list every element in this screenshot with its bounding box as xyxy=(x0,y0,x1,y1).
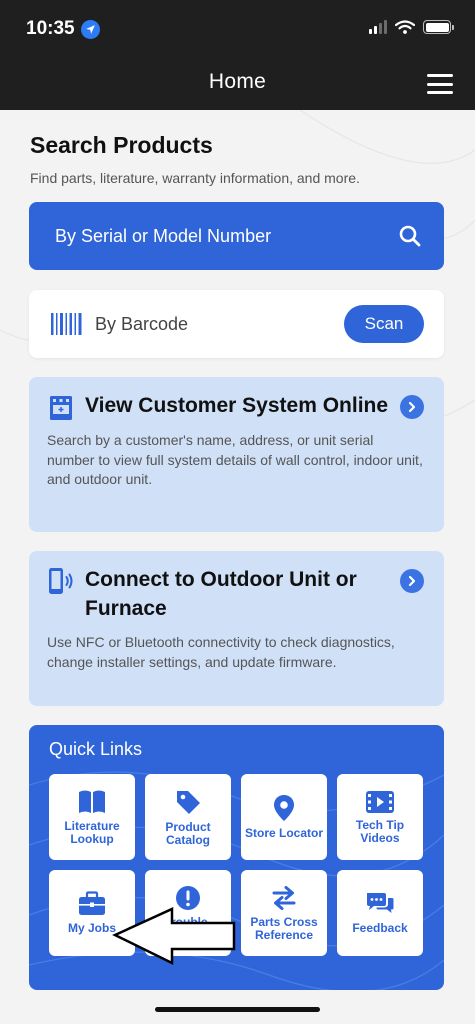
search-products-title: Search Products xyxy=(30,132,213,158)
quick-link-store-locator[interactable]: Store Locator xyxy=(241,774,327,860)
barcode-search-card[interactable]: By Barcode Scan xyxy=(29,290,444,358)
view-customer-system-title: View Customer System Online xyxy=(85,394,389,417)
quick-link-tech-tip-videos[interactable]: Tech Tip Videos xyxy=(337,774,423,860)
location-arrow-icon xyxy=(80,19,100,39)
quick-link-label: Tech Tip Videos xyxy=(355,817,405,845)
quick-link-label: Store Locator xyxy=(245,826,324,840)
location-pin-icon xyxy=(274,795,294,821)
wifi-icon xyxy=(395,20,415,34)
view-customer-system-description: Search by a customer's name, address, or… xyxy=(47,432,423,487)
tag-icon xyxy=(177,790,200,814)
chevron-right-icon[interactable] xyxy=(400,569,424,593)
top-bar: 10:35 Home xyxy=(0,0,475,110)
quick-link-label: Literature Lookup xyxy=(64,818,120,846)
barcode-label: By Barcode xyxy=(95,313,189,334)
briefcase-icon xyxy=(79,891,105,915)
clock-text: 10:35 xyxy=(26,18,75,39)
pointer-arrow-annotation xyxy=(112,907,236,966)
page-title: Home xyxy=(208,70,267,93)
chevron-right-icon[interactable] xyxy=(400,395,424,419)
serial-model-search-button[interactable]: By Serial or Model Number xyxy=(29,202,444,270)
search-icon xyxy=(399,225,421,247)
battery-icon xyxy=(423,20,454,34)
quick-link-literature-lookup[interactable]: Literature Lookup xyxy=(49,774,135,860)
quick-link-label: Product Catalog xyxy=(165,819,211,847)
book-icon xyxy=(79,790,105,813)
quick-link-label: Parts Cross Reference xyxy=(250,914,318,942)
view-customer-system-card[interactable]: View Customer System Online Search by a … xyxy=(29,377,444,532)
scan-button[interactable]: Scan xyxy=(344,305,424,343)
quick-link-label: Feedback xyxy=(352,921,408,935)
video-icon xyxy=(366,790,394,813)
quick-link-parts-cross-reference[interactable]: Parts Cross Reference xyxy=(241,870,327,956)
status-time: 10:35 xyxy=(26,18,100,40)
home-indicator[interactable] xyxy=(155,1007,320,1012)
connect-outdoor-unit-card[interactable]: Connect to Outdoor Unit or Furnace Use N… xyxy=(29,551,444,706)
connect-outdoor-unit-description: Use NFC or Bluetooth connectivity to che… xyxy=(47,634,395,670)
chat-bubbles-icon xyxy=(367,893,394,913)
search-products-subtitle: Find parts, literature, warranty informa… xyxy=(30,170,360,186)
connect-outdoor-unit-title: Connect to Outdoor Unit or Furnace xyxy=(85,568,357,620)
swap-arrows-icon xyxy=(272,885,296,910)
menu-icon[interactable] xyxy=(427,74,453,94)
status-icons xyxy=(369,20,454,34)
cellular-signal-icon xyxy=(369,20,387,34)
serial-model-label: By Serial or Model Number xyxy=(55,225,272,246)
phone-signal-icon xyxy=(49,568,73,594)
quick-link-product-catalog[interactable]: Product Catalog xyxy=(145,774,231,860)
barcode-icon xyxy=(51,313,82,335)
building-icon xyxy=(50,396,72,420)
quick-link-label: My Jobs xyxy=(67,921,116,935)
quick-link-feedback[interactable]: Feedback xyxy=(337,870,423,956)
quick-links-title: Quick Links xyxy=(49,739,143,759)
